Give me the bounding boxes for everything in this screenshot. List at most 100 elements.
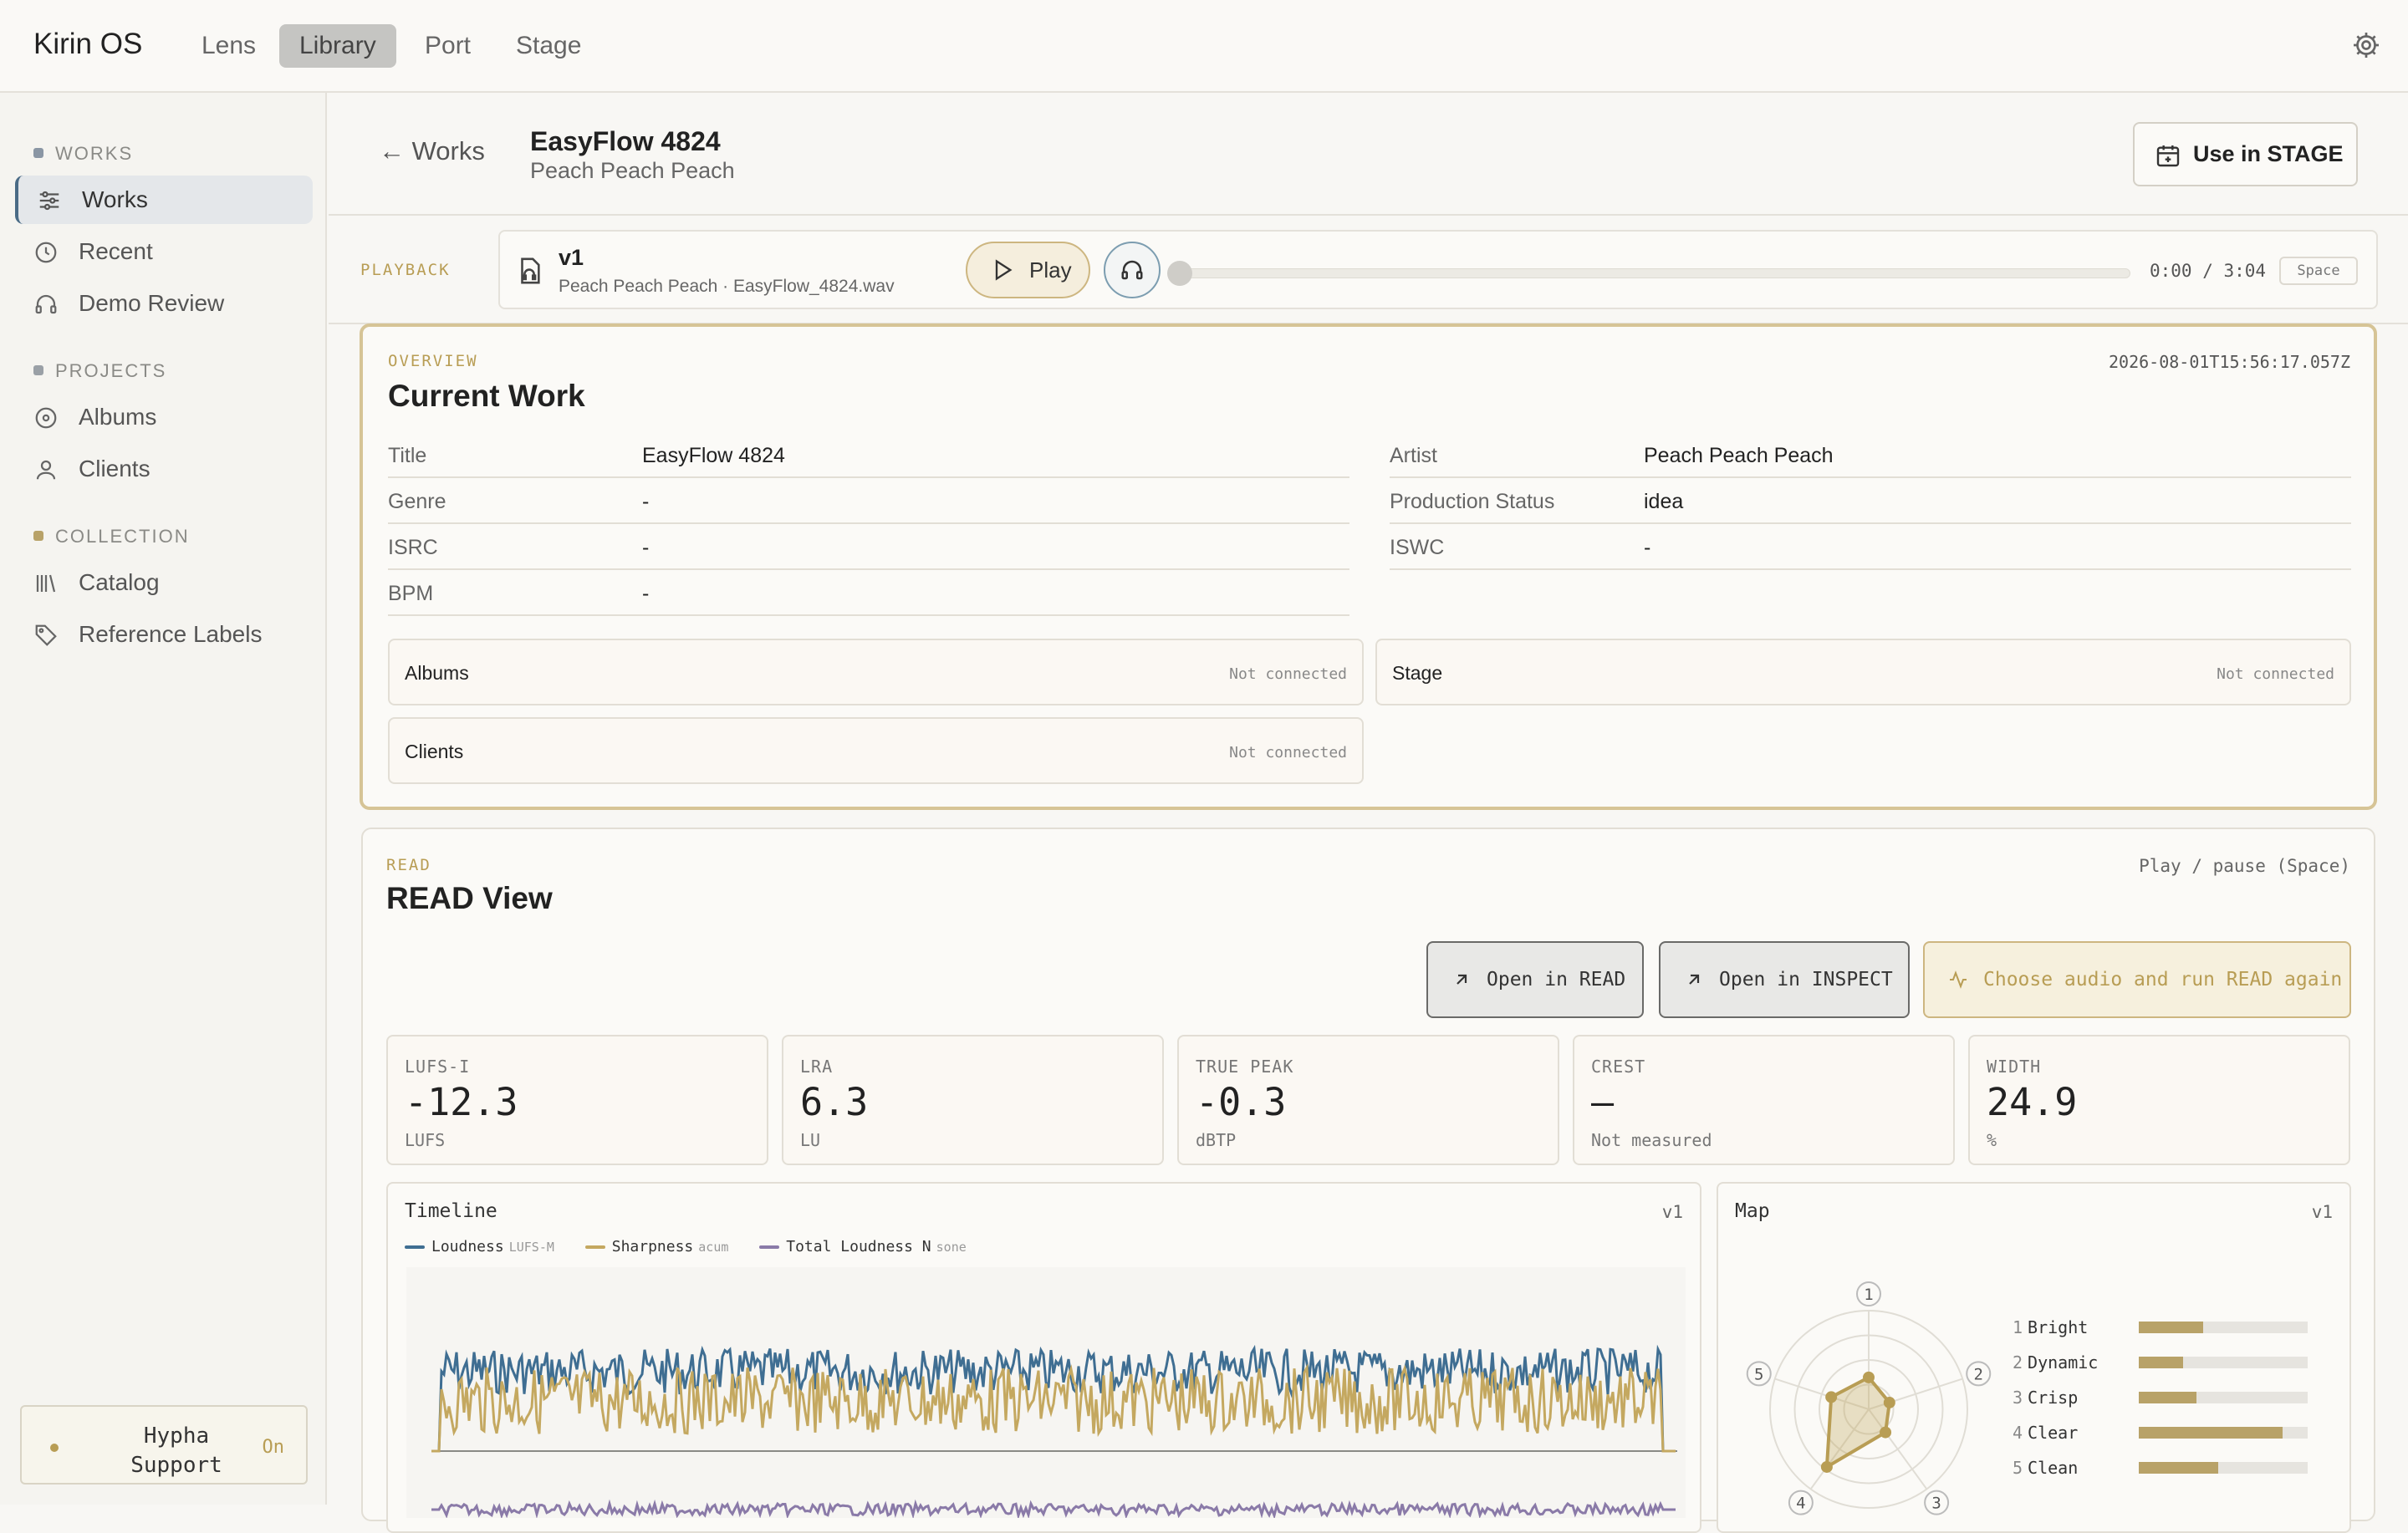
timeline-panel: Timeline v1 Loudness LUFS-M Sharpness acum… (386, 1182, 1701, 1533)
nav-tab-library[interactable]: Library (279, 24, 396, 68)
timeline-title: Timeline (405, 1200, 497, 1222)
nav-tab-stage[interactable]: Stage (496, 24, 601, 68)
metric-true-peak: TRUE PEAK -0.3 dBTP (1177, 1035, 1559, 1165)
headphones-icon (1121, 260, 1143, 280)
metric-label: WIDTH (1987, 1057, 2042, 1077)
map-bar-track (2139, 1427, 2308, 1439)
sidebar-item-label: Reference Labels (79, 621, 263, 647)
radar-point (1820, 1460, 1833, 1473)
disc-icon (35, 407, 57, 429)
legend-unit: acum (698, 1240, 729, 1255)
field-value: EasyFlow 4824 (642, 444, 785, 467)
radar-shape (1824, 1375, 1891, 1470)
map-bar-fill (2139, 1427, 2283, 1439)
series-sharpness-line (431, 1363, 1676, 1453)
connection-name: Clients (405, 741, 464, 762)
timeline-plot[interactable] (406, 1267, 1686, 1520)
field-key: Genre (388, 490, 446, 513)
radar-axis-label: 3 (1931, 1495, 1941, 1513)
sidebar-item-label: Clients (79, 456, 150, 481)
sidebar: WORKS Works Recent Demo Review PROJECTS … (0, 93, 327, 1505)
sidebar-item-reference-labels[interactable]: Reference Labels (15, 610, 313, 659)
sidebar-item-albums[interactable]: Albums (15, 393, 313, 441)
nav-tab-lens[interactable]: Lens (181, 24, 276, 68)
field-key: Artist (1390, 444, 1437, 467)
sidebar-item-demo-review[interactable]: Demo Review (15, 279, 313, 328)
map-bar-track (2139, 1357, 2308, 1368)
field-bpm: BPM - (388, 570, 1349, 616)
sidebar-item-label: Works (82, 186, 148, 212)
legend-swatch (759, 1245, 780, 1249)
connection-stage[interactable]: Stage Not connected (1375, 639, 2351, 705)
field-key: Title (388, 444, 427, 467)
sidebar-item-recent[interactable]: Recent (15, 227, 313, 276)
field-value: - (1644, 536, 1651, 559)
map-bar-track (2139, 1462, 2308, 1474)
open-in-inspect-button[interactable]: Open in INSPECT (1659, 941, 1910, 1018)
sidebar-item-label: Albums (79, 404, 157, 430)
open-in-read-button[interactable]: Open in READ (1426, 941, 1644, 1018)
timeline-graph (431, 1344, 1677, 1520)
radar-axis-label: 5 (1754, 1365, 1763, 1383)
timeline-legend: Loudness LUFS-M Sharpness acum Total Loudn… (405, 1238, 988, 1255)
metric-label: CREST (1591, 1057, 1646, 1077)
map-item-number: 4 (2013, 1423, 2023, 1443)
sidebar-section-collection: COLLECTION (33, 526, 190, 548)
metric-unit: LU (800, 1130, 821, 1150)
app-brand: Kirin OS (33, 28, 143, 60)
hypha-support-toggle[interactable]: Hypha Support On (20, 1405, 308, 1485)
monitor-button[interactable] (1104, 242, 1161, 298)
run-read-again-label: Choose audio and run READ again (1983, 969, 2343, 991)
sidebar-item-works[interactable]: Works (15, 176, 313, 224)
calendar-plus-icon (2156, 145, 2180, 167)
playback-time: 0:00 / 3:04 (2150, 261, 2267, 281)
field-key: BPM (388, 582, 434, 605)
run-read-again-button[interactable]: Choose audio and run READ again (1923, 941, 2351, 1018)
play-label: Play (1029, 257, 1072, 283)
connection-clients[interactable]: Clients Not connected (388, 717, 1364, 784)
status-dot (50, 1444, 59, 1452)
map-item-clear: 4 Clear (2013, 1423, 2078, 1443)
read-tag: READ (386, 856, 431, 874)
legend-unit: LUFS-M (508, 1240, 554, 1255)
connection-status: Not connected (2217, 665, 2334, 683)
field-title: Title EasyFlow 4824 (388, 432, 1349, 478)
play-icon (995, 259, 1013, 281)
field-key: Production Status (1390, 490, 1555, 513)
map-item-number: 2 (2013, 1352, 2023, 1373)
map-item-dynamic: 2 Dynamic (2013, 1352, 2098, 1373)
scrubber-handle[interactable] (1167, 261, 1192, 286)
timeline-version: v1 (1661, 1202, 1683, 1222)
radar-chart: 1 2 3 4 5 (1746, 1281, 1992, 1515)
connection-status: Not connected (1229, 744, 1347, 761)
map-item-label: Crisp (2028, 1388, 2079, 1408)
read-title: READ View (386, 881, 553, 915)
map-bar-fill (2139, 1462, 2218, 1474)
metric-label: TRUE PEAK (1196, 1057, 1294, 1077)
back-to-works-link[interactable]: ← Works (379, 136, 485, 166)
section-dot (33, 148, 43, 159)
map-item-label: Bright (2028, 1317, 2089, 1337)
overview-card: OVERVIEW Current Work 2026-08-01T15:56:1… (360, 323, 2377, 810)
map-bar-fill (2139, 1322, 2203, 1333)
gear-icon[interactable] (2351, 30, 2381, 60)
legend-swatch (405, 1245, 425, 1249)
scrubber[interactable] (1167, 261, 2130, 286)
sidebar-section-projects: PROJECTS (33, 360, 166, 382)
sidebar-item-catalog[interactable]: Catalog (15, 558, 313, 607)
metric-value: -12.3 (405, 1080, 518, 1124)
nav-tab-port[interactable]: Port (405, 24, 491, 68)
activity-icon (1950, 970, 1967, 989)
playback-label: PLAYBACK (360, 261, 451, 279)
read-card: READ READ View Play / pause (Space) Open… (361, 828, 2375, 1533)
legend-unit: sone (936, 1240, 967, 1255)
legend-label: Loudness (431, 1238, 504, 1255)
use-in-stage-button[interactable]: Use in STAGE (2133, 122, 2358, 186)
play-button[interactable]: Play (966, 242, 1090, 298)
metric-lra: LRA 6.3 LU (782, 1035, 1164, 1165)
field-value: Peach Peach Peach (1644, 444, 1834, 467)
radar-point (1880, 1426, 1892, 1439)
legend-label: Total Loudness N (786, 1238, 931, 1255)
sidebar-item-clients[interactable]: Clients (15, 445, 313, 493)
connection-albums[interactable]: Albums Not connected (388, 639, 1364, 705)
